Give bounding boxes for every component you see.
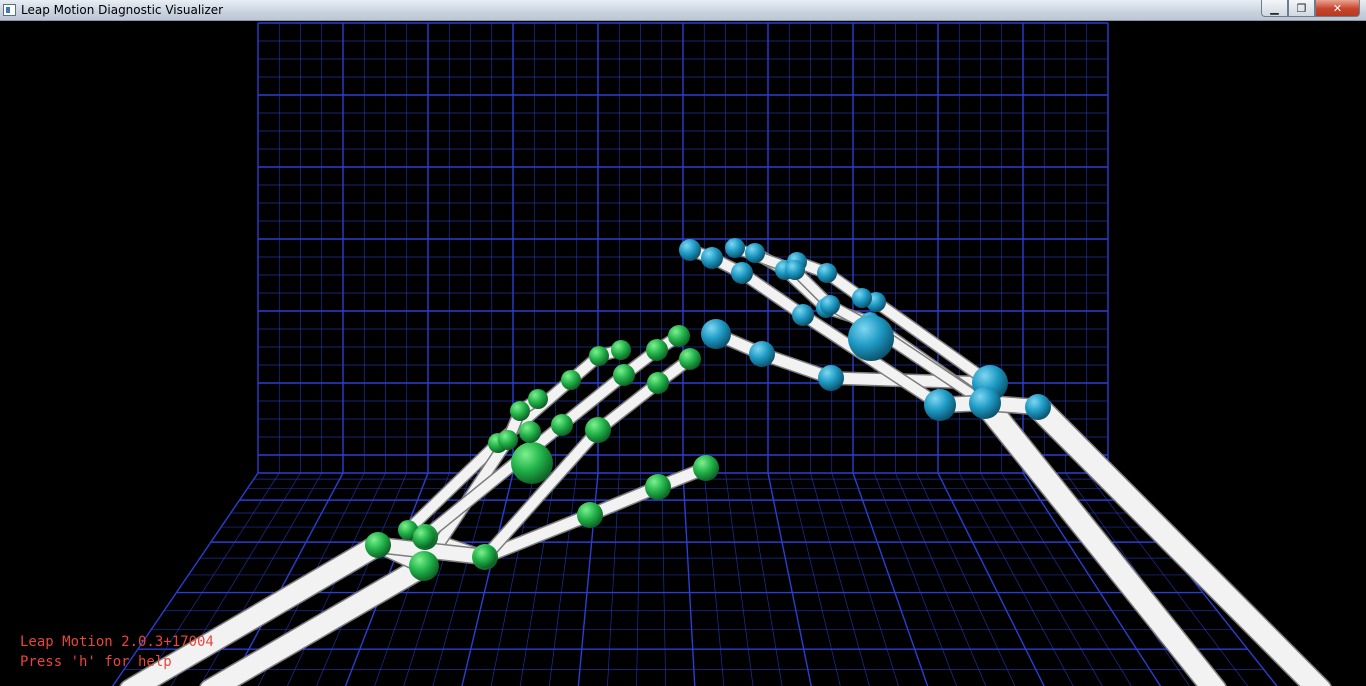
joint: [820, 295, 840, 315]
grid-line: [636, 472, 641, 686]
joint: [785, 260, 805, 280]
grid-line: [746, 472, 783, 686]
help-hint: Press 'h' for help: [20, 654, 172, 670]
joint: [679, 239, 701, 261]
grid-line: [937, 472, 1045, 686]
joint: [668, 325, 690, 347]
joint: [749, 341, 775, 367]
version-text: Leap Motion 2.0.3+17004: [20, 634, 214, 650]
joint: [848, 315, 894, 361]
joint: [498, 430, 518, 450]
hand-joints: [365, 238, 1051, 581]
joint: [613, 364, 635, 386]
joint: [511, 442, 553, 484]
grid-line: [831, 472, 899, 686]
3d-viewport[interactable]: [0, 21, 1366, 686]
minimize-button[interactable]: ▁: [1261, 0, 1288, 17]
hand-bones: [119, 242, 1332, 686]
maximize-button[interactable]: ❐: [1288, 0, 1315, 17]
joint: [701, 247, 723, 269]
grid-line: [980, 472, 1103, 686]
joint: [577, 502, 603, 528]
grid-line: [703, 472, 725, 686]
grid-line: [916, 472, 1016, 686]
grid-line: [682, 472, 696, 686]
joint: [852, 288, 872, 308]
joint: [679, 348, 701, 370]
grid-line: [895, 472, 987, 686]
grid-line: [788, 472, 841, 686]
joint: [585, 417, 611, 443]
joint: [646, 339, 668, 361]
joint: [528, 389, 548, 409]
joint: [792, 304, 814, 326]
joint: [1025, 394, 1051, 420]
grid-line: [548, 472, 578, 686]
joint: [611, 340, 631, 360]
joint: [818, 365, 844, 391]
joint: [745, 243, 765, 263]
joint: [561, 370, 581, 390]
joint: [647, 372, 669, 394]
joint: [589, 346, 609, 366]
grid-line: [810, 472, 870, 686]
joint: [519, 421, 541, 443]
app-icon: [3, 4, 16, 16]
joint: [969, 387, 1001, 419]
joint: [645, 474, 671, 500]
joint: [731, 262, 753, 284]
grid-line: [661, 472, 667, 686]
joint: [725, 238, 745, 258]
joint: [365, 532, 391, 558]
joint: [551, 414, 573, 436]
joint: [510, 401, 530, 421]
close-button[interactable]: ✕: [1315, 0, 1360, 17]
joint: [701, 319, 731, 349]
joint: [413, 526, 435, 548]
status-overlay: Leap Motion 2.0.3+17004 Press 'h' for hel…: [20, 632, 214, 672]
joint: [474, 546, 496, 568]
scene-canvas: [111, 22, 1332, 686]
joint: [924, 389, 956, 421]
joint: [693, 455, 719, 481]
grid-line: [767, 472, 812, 686]
grid-line: [852, 472, 929, 686]
joint: [409, 551, 439, 581]
grid-line: [725, 472, 754, 686]
joint: [817, 263, 837, 283]
window-title: Leap Motion Diagnostic Visualizer: [21, 3, 224, 17]
window-titlebar[interactable]: Leap Motion Diagnostic Visualizer ▁ ❐ ✕: [0, 0, 1366, 21]
window-controls: ▁ ❐ ✕: [1261, 0, 1360, 18]
